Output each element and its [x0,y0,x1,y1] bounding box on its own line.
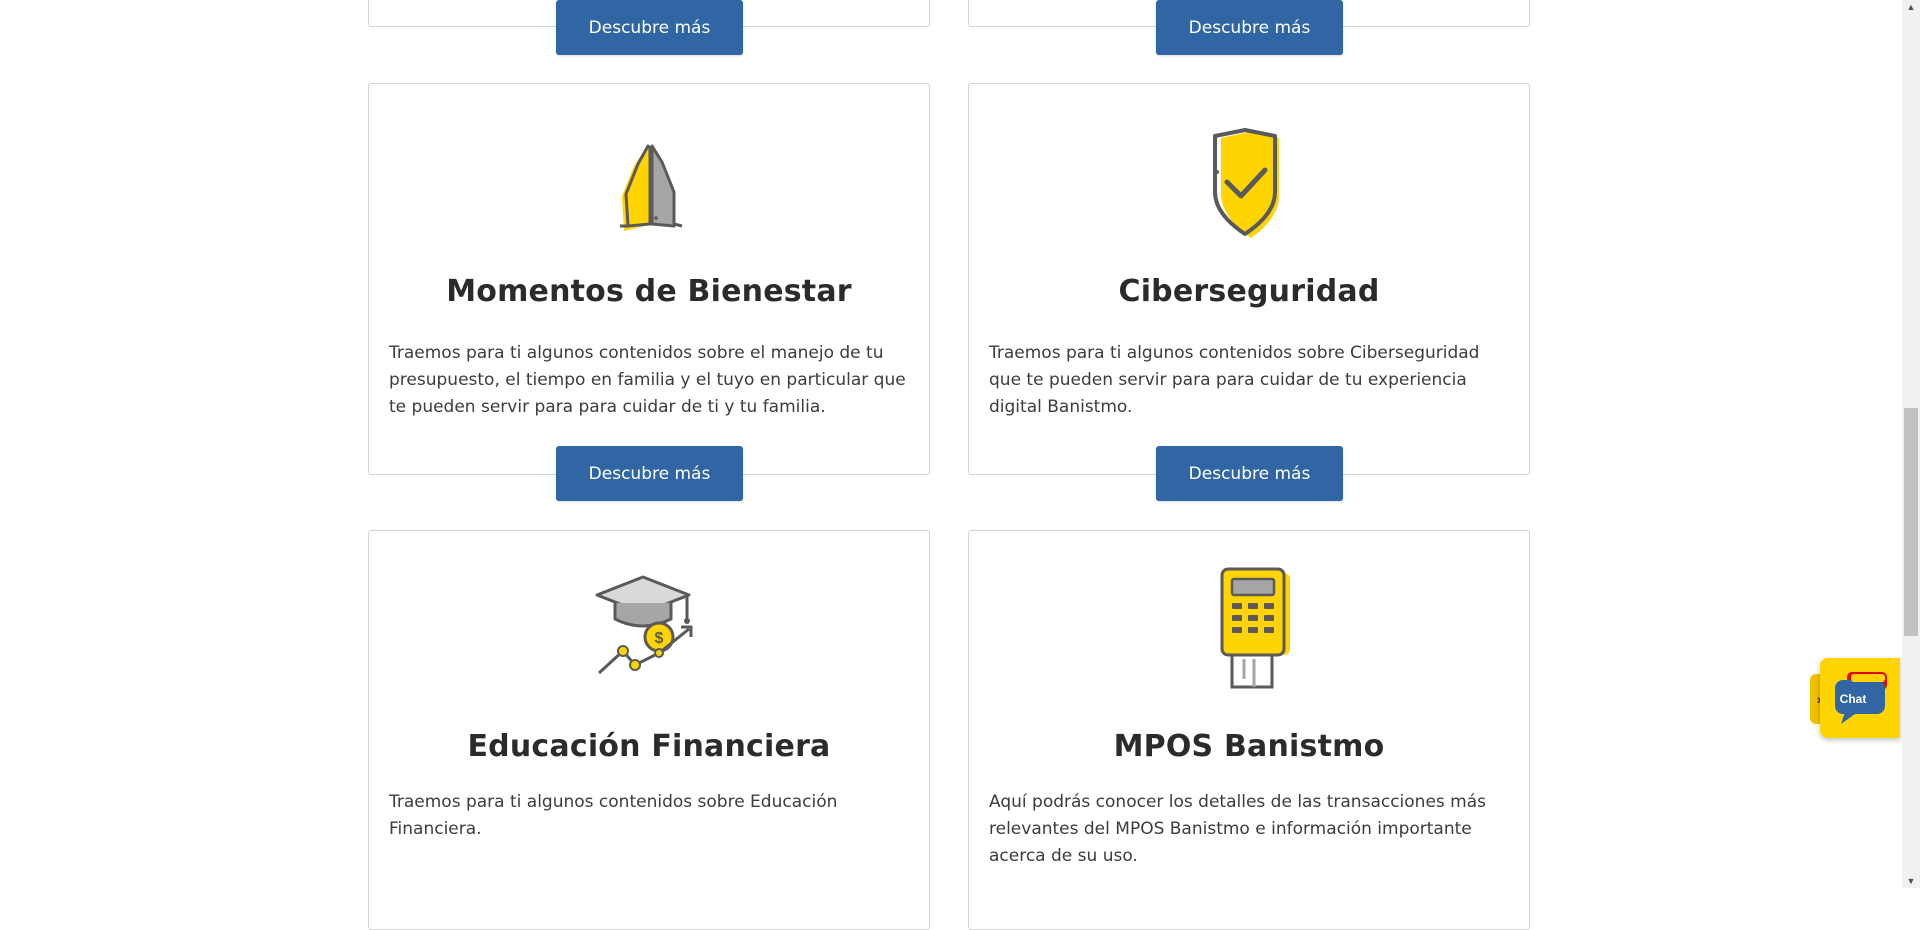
card-terminal-icon [1220,567,1290,689]
vertical-scrollbar[interactable]: ▲ ▼ [1902,0,1920,888]
card-educacion-financiera: $ Educación Financiera Traemos para ti a… [368,530,930,930]
card-title: Ciberseguridad [1118,274,1380,309]
svg-text:$: $ [655,630,664,647]
shield-check-icon [1213,128,1279,238]
chat-bubble-icon: Chat [1835,672,1887,724]
discover-more-button[interactable]: Descubre más [1156,446,1343,501]
card-icon-wrap [969,567,1529,689]
praying-hands-icon [620,144,683,231]
discover-more-button[interactable]: Descubre más [556,0,743,55]
chat-button[interactable]: Chat [1820,658,1900,738]
card-description: Traemos para ti algunos contenidos sobre… [389,792,838,839]
page: Descubre más Descubre más Momentos de Bi… [0,0,1902,930]
card-icon-wrap: $ [369,569,929,689]
scroll-down-arrow-icon[interactable]: ▼ [1902,874,1920,888]
discover-more-button[interactable]: Descubre más [1156,0,1343,55]
card-title: Momentos de Bienestar [446,274,852,309]
card-momentos-bienestar: Momentos de Bienestar Traemos para ti al… [368,83,930,475]
card-title: Educación Financiera [467,729,831,764]
card-description: Traemos para ti algunos contenidos sobre… [989,343,1480,417]
card-description: Traemos para ti algunos contenidos sobre… [389,343,906,417]
scroll-thumb[interactable] [1904,408,1918,636]
chat-label: Chat [1840,692,1867,706]
card-icon-wrap [969,126,1529,246]
discover-more-button[interactable]: Descubre más [556,446,743,501]
scroll-up-arrow-icon[interactable]: ▲ [1902,0,1920,14]
card-ciberseguridad: Ciberseguridad Traemos para ti algunos c… [968,83,1530,475]
card-title: MPOS Banistmo [1113,729,1385,764]
graduation-cap-icon: $ [595,575,693,675]
card-mpos-banistmo: MPOS Banistmo Aquí podrás conocer los de… [968,530,1530,930]
card-description: Aquí podrás conocer los detalles de las … [989,792,1487,866]
card-icon-wrap [369,126,929,246]
